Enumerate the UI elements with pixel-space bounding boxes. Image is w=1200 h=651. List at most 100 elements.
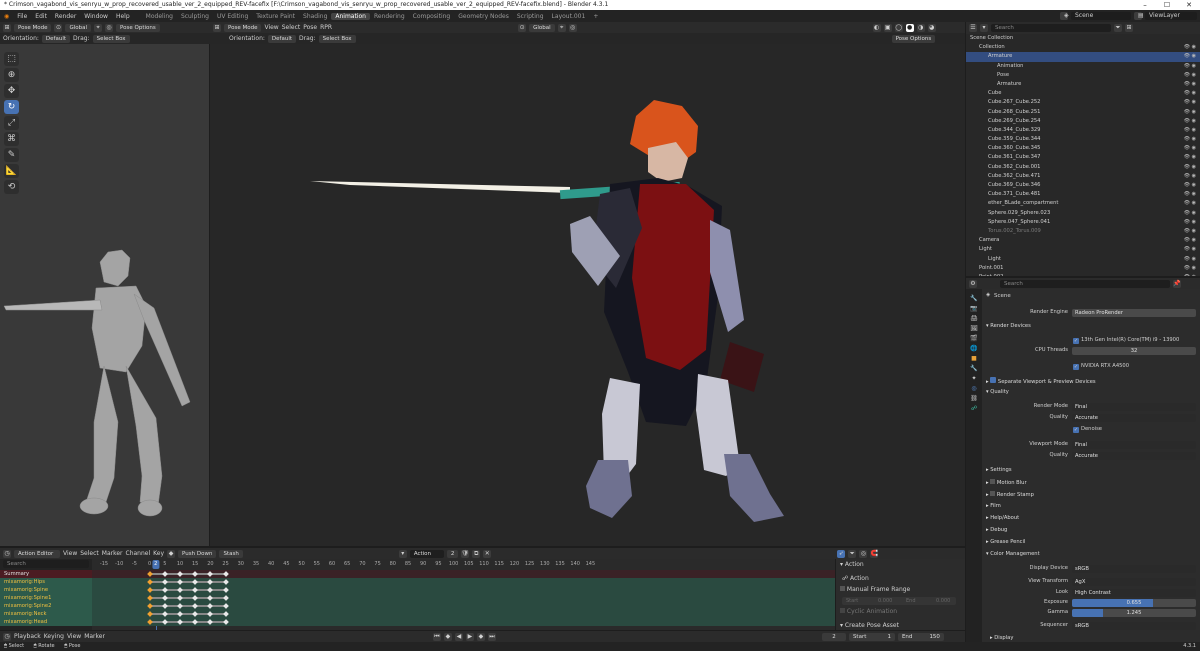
- main-menu-select[interactable]: Select: [282, 24, 301, 31]
- filters-icon[interactable]: ⏷: [848, 549, 857, 558]
- workspace-tab-scripting[interactable]: Scripting: [513, 13, 548, 20]
- visibility-icon[interactable]: 👁 ◉: [1184, 199, 1196, 208]
- visibility-icon[interactable]: 👁 ◉: [1184, 245, 1196, 254]
- visibility-icon[interactable]: 👁 ◉: [1184, 209, 1196, 218]
- keyframe[interactable]: [146, 587, 153, 593]
- main-menu-rpr[interactable]: RPR: [320, 24, 332, 31]
- annotate-tool-icon[interactable]: ✎: [4, 148, 19, 162]
- quality-header[interactable]: ▾ Quality: [986, 389, 1009, 395]
- current-frame-field[interactable]: 2: [821, 632, 846, 641]
- main-orientation-dropdown[interactable]: Default: [267, 34, 297, 43]
- cursor-tool-icon[interactable]: ⊕: [4, 68, 19, 82]
- keyframe-row[interactable]: [92, 610, 835, 618]
- particles-tab-icon[interactable]: ✦: [971, 375, 976, 382]
- keyframe-row[interactable]: [92, 578, 835, 586]
- keyframe[interactable]: [161, 611, 168, 617]
- summary-channel[interactable]: Summary: [0, 570, 92, 578]
- main-viewport[interactable]: [210, 44, 965, 546]
- film-section[interactable]: ▸ Film: [986, 503, 1001, 509]
- editor-type-icon[interactable]: ⊞: [3, 23, 11, 32]
- motion-blur-checkbox[interactable]: [990, 479, 996, 484]
- cpu-device-checkbox[interactable]: ✓: [1073, 338, 1079, 344]
- workspace-tab-layout-001[interactable]: Layout.001: [548, 13, 590, 20]
- only-selected-icon[interactable]: ➶: [837, 549, 846, 558]
- main-editor-type-icon[interactable]: ⊞: [213, 23, 221, 32]
- cyclic-row[interactable]: Cyclic Animation: [840, 608, 897, 615]
- shading-material-icon[interactable]: ◑: [916, 23, 925, 32]
- visibility-icon[interactable]: 👁 ◉: [1184, 227, 1196, 236]
- action-editor-mode[interactable]: Action Editor: [14, 549, 60, 558]
- outliner-row[interactable]: Light 👁 ◉: [966, 245, 1200, 254]
- workspace-tab-modeling[interactable]: Modeling: [142, 13, 177, 20]
- shading-rendered-icon[interactable]: ◕: [927, 23, 936, 32]
- scene-selector[interactable]: Scene: [1071, 12, 1131, 20]
- pb-menu-playback[interactable]: Playback: [14, 633, 41, 640]
- main-proportional-icon[interactable]: ◎: [568, 23, 577, 32]
- new-collection-icon[interactable]: ⊞: [1125, 24, 1133, 32]
- menu-help[interactable]: Help: [112, 13, 134, 20]
- ae-menu-key[interactable]: Key: [153, 550, 164, 557]
- visibility-icon[interactable]: 👁 ◉: [1184, 264, 1196, 273]
- outliner-row[interactable]: Sphere.047_Sphere.041 👁 ◉: [966, 218, 1200, 227]
- transform-pivot-icon[interactable]: ⊙: [54, 23, 63, 32]
- visibility-icon[interactable]: 👁 ◉: [1184, 89, 1196, 98]
- measure-tool-icon[interactable]: 📐: [4, 164, 19, 178]
- action-name-field[interactable]: Action: [409, 549, 444, 558]
- settings-section[interactable]: ▸ Settings: [986, 467, 1012, 473]
- pin-icon[interactable]: 📌: [1173, 279, 1181, 288]
- left-orient-dropdown[interactable]: Global: [65, 23, 92, 32]
- render-engine-dropdown[interactable]: Radeon ProRender: [1072, 309, 1196, 317]
- pb-menu-keying[interactable]: Keying: [44, 633, 64, 640]
- visibility-icon[interactable]: 👁 ◉: [1184, 172, 1196, 181]
- ae-menu-marker[interactable]: Marker: [102, 550, 123, 557]
- add-workspace-button[interactable]: +: [589, 13, 602, 20]
- display-section[interactable]: ▸ Display: [990, 635, 1013, 641]
- denoise-checkbox[interactable]: ✓: [1073, 427, 1079, 433]
- visibility-icon[interactable]: 👁 ◉: [1184, 80, 1196, 89]
- play-icon[interactable]: ▶: [465, 632, 474, 641]
- visibility-icon[interactable]: 👁 ◉: [1184, 43, 1196, 52]
- ae-menu-select[interactable]: Select: [80, 550, 99, 557]
- render-stamp-checkbox[interactable]: [990, 491, 996, 496]
- ae-menu-view[interactable]: View: [63, 550, 77, 557]
- workspace-tab-animation[interactable]: Animation: [331, 12, 370, 20]
- outliner-row[interactable]: Point.002 👁 ◉: [966, 273, 1200, 276]
- menu-edit[interactable]: Edit: [31, 13, 51, 20]
- outliner-row[interactable]: Cube.359_Cube.344 👁 ◉: [966, 135, 1200, 144]
- main-snap-icon[interactable]: ⌖: [557, 23, 566, 32]
- gpu-device-checkbox[interactable]: ✓: [1073, 364, 1079, 370]
- separate-devices-row[interactable]: ▸ Separate Viewport & Preview Devices: [986, 377, 1096, 385]
- help-about-section[interactable]: ▸ Help/About: [986, 515, 1019, 521]
- outliner-row[interactable]: Armature 👁 ◉: [966, 52, 1200, 62]
- menu-window[interactable]: Window: [80, 13, 112, 20]
- keyframe-area[interactable]: -15 -10 -5 0 5 10 15 20 25 30 35 40 45 50 55 60 65 70 75 80…: [92, 559, 835, 630]
- outliner-row[interactable]: ether_BLade_compartment 👁 ◉: [966, 199, 1200, 208]
- keyframe-row[interactable]: [92, 570, 835, 578]
- outliner-row[interactable]: Cube.344_Cube.329 👁 ◉: [966, 126, 1200, 135]
- end-frame-field[interactable]: End 150: [897, 632, 944, 641]
- outliner-row[interactable]: Cube.362_Cube.471 👁 ◉: [966, 172, 1200, 181]
- push-down-button[interactable]: Push Down: [178, 549, 217, 558]
- filter-icon[interactable]: ⏷: [1114, 24, 1122, 32]
- visibility-icon[interactable]: 👁 ◉: [1184, 52, 1196, 61]
- keyframe[interactable]: [161, 619, 168, 625]
- keyframe[interactable]: [146, 611, 153, 617]
- keyframe-row[interactable]: [92, 594, 835, 602]
- close-icon[interactable]: ✕: [1178, 0, 1200, 10]
- render-stamp-section[interactable]: ▸ Render Stamp: [986, 491, 1034, 498]
- visibility-icon[interactable]: 👁 ◉: [1184, 255, 1196, 264]
- keyframe[interactable]: [222, 595, 229, 601]
- left-orientation-dropdown[interactable]: Default: [41, 34, 71, 43]
- outliner-row[interactable]: Camera 👁 ◉: [966, 236, 1200, 245]
- sequencer-dropdown[interactable]: sRGB: [1072, 622, 1196, 630]
- jump-end-icon[interactable]: ⏭: [487, 632, 496, 641]
- unlink-action-icon[interactable]: ✕: [483, 549, 492, 558]
- keyframe[interactable]: [161, 571, 168, 577]
- viewport-quality-dropdown[interactable]: Accurate: [1072, 452, 1196, 460]
- rotate-tool-icon[interactable]: ↻: [4, 100, 19, 114]
- play-reverse-icon[interactable]: ◀: [454, 632, 463, 641]
- action-users-count[interactable]: 2: [446, 549, 459, 558]
- main-mode-dropdown[interactable]: Pose Mode: [224, 23, 262, 32]
- outliner-row[interactable]: Cube.360_Cube.345 👁 ◉: [966, 144, 1200, 153]
- color-management-section[interactable]: ▾ Color Management: [986, 551, 1040, 557]
